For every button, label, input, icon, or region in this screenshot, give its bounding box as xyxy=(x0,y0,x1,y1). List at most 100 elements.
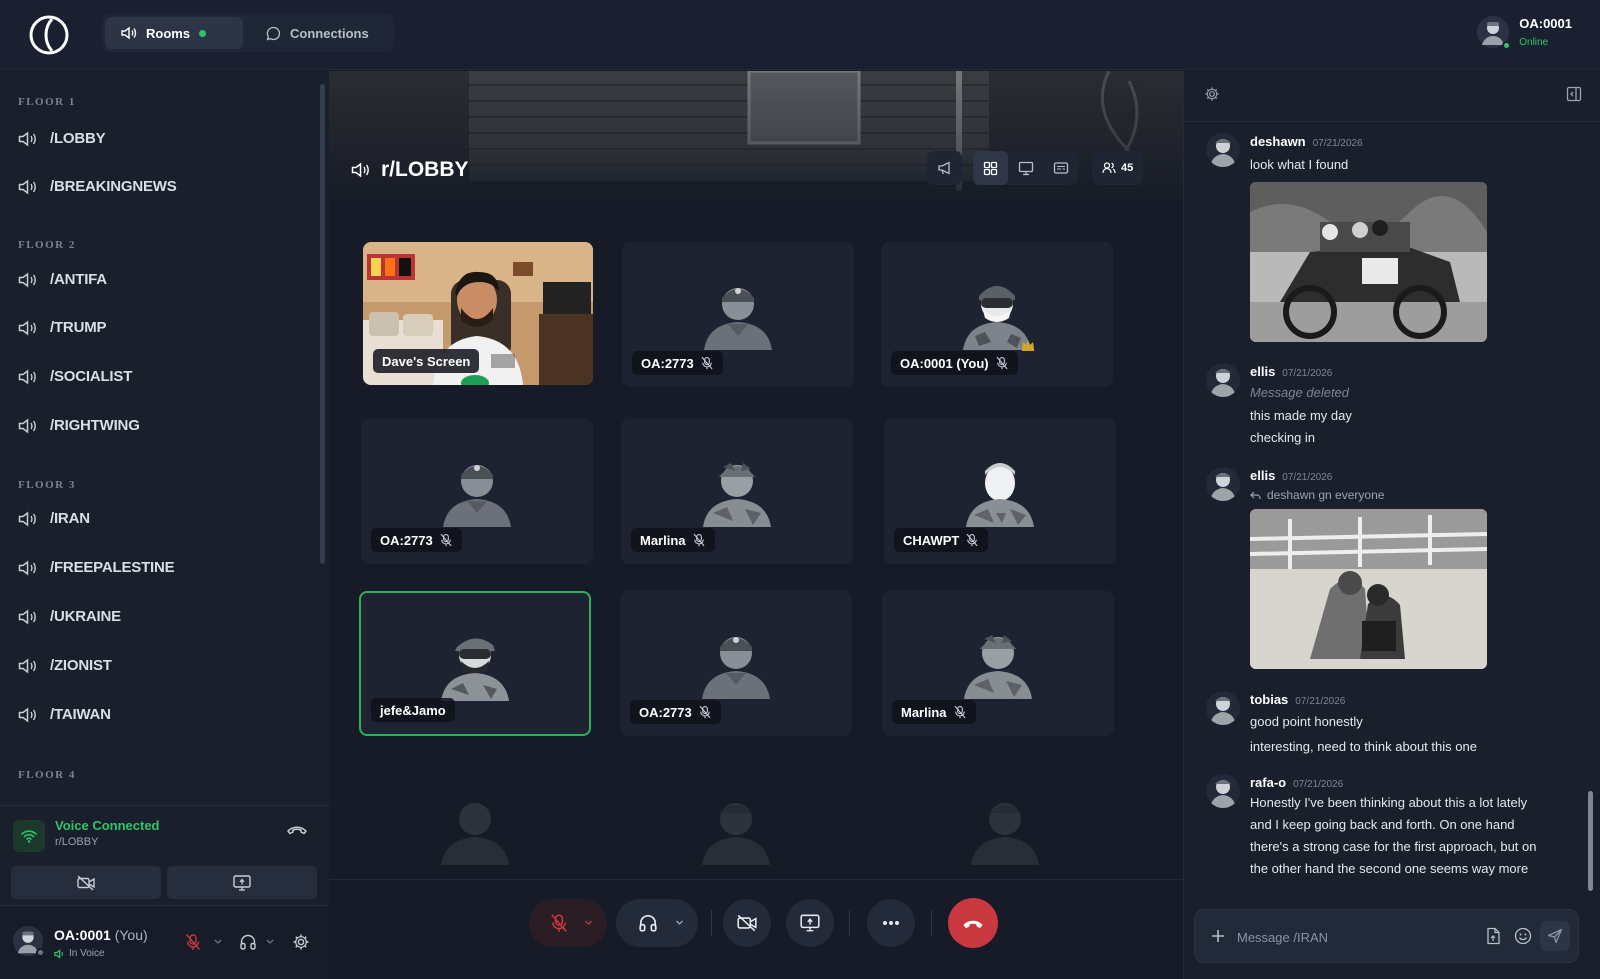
participant-tile[interactable] xyxy=(620,769,852,879)
user-name: OA:0001 (You) xyxy=(54,927,148,943)
reply-text: deshawn gn everyone xyxy=(1267,488,1385,502)
message-author[interactable]: tobias xyxy=(1250,692,1288,707)
message-input[interactable] xyxy=(1237,926,1467,948)
file-upload-button[interactable] xyxy=(1485,927,1501,945)
mute-toggle-button[interactable] xyxy=(185,933,201,951)
participant-tile[interactable]: Dave's Screen xyxy=(363,242,593,385)
grid-view-button[interactable] xyxy=(973,151,1008,185)
speaker-icon xyxy=(18,178,38,195)
sidebar-item-iran[interactable]: /IRAN xyxy=(18,510,90,527)
announce-button[interactable] xyxy=(927,151,962,185)
participant-tile-speaking[interactable]: jefe&Jamo xyxy=(359,591,591,736)
sidebar-item-trump[interactable]: /TRUMP xyxy=(18,319,106,336)
user-name-text: OA:0001 xyxy=(54,927,111,943)
mute-button[interactable] xyxy=(529,899,607,947)
room-label: /ANTIFA xyxy=(50,271,107,288)
hang-up-icon xyxy=(960,916,986,930)
avatar xyxy=(435,627,515,701)
message-author[interactable]: rafa-o xyxy=(1250,775,1286,790)
avatar[interactable] xyxy=(13,926,45,957)
disconnect-button[interactable] xyxy=(286,822,308,836)
message-image[interactable] xyxy=(1250,182,1487,342)
participant-tile[interactable] xyxy=(359,769,591,879)
message-author[interactable]: ellis xyxy=(1250,468,1275,483)
participant-tile[interactable]: CHAWPT xyxy=(884,419,1116,564)
sidebar-item-lobby[interactable]: /LOBBY xyxy=(18,130,106,147)
message-text: interesting, need to think about this on… xyxy=(1250,739,1477,754)
avatar xyxy=(698,276,778,350)
deafen-button[interactable] xyxy=(616,899,698,947)
participant-tile[interactable]: Marlina xyxy=(621,419,853,564)
announce-group xyxy=(927,151,962,185)
chevron-down-icon[interactable] xyxy=(675,920,684,926)
participant-tile[interactable]: OA:0001 (You) xyxy=(881,242,1113,387)
participant-name: Marlina xyxy=(901,704,947,720)
sidebar-item-ukraine[interactable]: /UKRAINE xyxy=(18,608,121,625)
chevron-down-icon[interactable] xyxy=(584,920,593,926)
participant-tile[interactable] xyxy=(889,769,1121,879)
sidebar-item-zionist[interactable]: /ZIONIST xyxy=(18,657,112,674)
avatar[interactable] xyxy=(1206,363,1240,397)
sidebar-item-taiwan[interactable]: /TAIWAN xyxy=(18,706,111,723)
participant-count-badge[interactable]: 45 xyxy=(1092,151,1144,185)
chevron-down-icon[interactable] xyxy=(214,939,222,945)
message-image[interactable] xyxy=(1250,509,1487,669)
sidebar-item-socialist[interactable]: /SOCIALIST xyxy=(18,368,132,385)
camera-off-button[interactable] xyxy=(11,866,161,899)
avatar[interactable] xyxy=(1206,467,1240,501)
sidebar-item-breakingnews[interactable]: /BREAKINGNEWS xyxy=(18,178,177,195)
message-author[interactable]: deshawn xyxy=(1250,134,1306,149)
logo-icon[interactable] xyxy=(28,14,70,56)
message-composer xyxy=(1194,909,1579,963)
sidebar-item-freepalestine[interactable]: /FREEPALESTINE xyxy=(18,559,175,576)
avatar xyxy=(435,791,515,865)
room-label: /LOBBY xyxy=(50,130,106,147)
sidebar-item-rightwing[interactable]: /RIGHTWING xyxy=(18,417,140,434)
mic-muted-icon xyxy=(995,356,1009,370)
leave-call-button[interactable] xyxy=(948,898,998,948)
chat-scrollbar[interactable] xyxy=(1588,791,1593,891)
chevron-down-icon[interactable] xyxy=(266,939,274,945)
emoji-button[interactable] xyxy=(1514,927,1532,945)
voice-status-title: Voice Connected xyxy=(55,818,160,833)
crown-icon xyxy=(1021,339,1035,351)
message-date: 07/21/2026 xyxy=(1293,779,1344,790)
room-title-text: r/LOBBY xyxy=(381,158,469,181)
collapse-panel-button[interactable] xyxy=(1566,86,1582,102)
camera-toggle-button[interactable] xyxy=(723,899,771,947)
message-text: Honestly I've been thinking about this a… xyxy=(1250,795,1528,810)
participant-tile[interactable]: OA:2773 xyxy=(620,591,852,736)
avatar xyxy=(960,453,1040,527)
avatar[interactable] xyxy=(1206,133,1240,167)
camera-off-icon xyxy=(736,914,758,932)
participant-label: Marlina xyxy=(631,528,715,552)
share-screen-button[interactable] xyxy=(786,899,834,947)
tab-rooms[interactable]: Rooms xyxy=(105,17,243,49)
presenter-view-button[interactable] xyxy=(1008,151,1043,185)
screen-share-button[interactable] xyxy=(167,866,317,899)
participant-tile[interactable]: Marlina xyxy=(882,591,1114,736)
participant-name: Marlina xyxy=(640,532,686,548)
avatar[interactable] xyxy=(1206,774,1240,808)
captions-button[interactable] xyxy=(1043,151,1078,185)
settings-button[interactable] xyxy=(1204,86,1220,102)
avatar[interactable] xyxy=(1206,691,1240,725)
tab-connections[interactable]: Connections xyxy=(250,17,385,49)
add-attachment-button[interactable] xyxy=(1211,929,1225,943)
divider xyxy=(711,910,712,936)
message-text: good point honestly xyxy=(1250,714,1363,729)
settings-button[interactable] xyxy=(292,933,310,951)
avatar xyxy=(958,625,1038,699)
participant-tile[interactable]: OA:2773 xyxy=(622,242,854,387)
more-options-button[interactable] xyxy=(867,899,915,947)
reply-reference[interactable]: deshawn gn everyone xyxy=(1250,488,1570,502)
participant-label: OA:2773 xyxy=(630,700,721,724)
send-button[interactable] xyxy=(1540,921,1570,951)
current-user[interactable]: OA:0001 Online xyxy=(1477,16,1572,50)
sidebar-item-antifa[interactable]: /ANTIFA xyxy=(18,271,107,288)
headphones-button[interactable] xyxy=(239,933,257,951)
participant-label: jefe&Jamo xyxy=(371,698,455,722)
message-author[interactable]: ellis xyxy=(1250,364,1275,379)
sidebar-scrollbar[interactable] xyxy=(320,84,325,564)
participant-tile[interactable]: OA:2773 xyxy=(361,419,593,564)
